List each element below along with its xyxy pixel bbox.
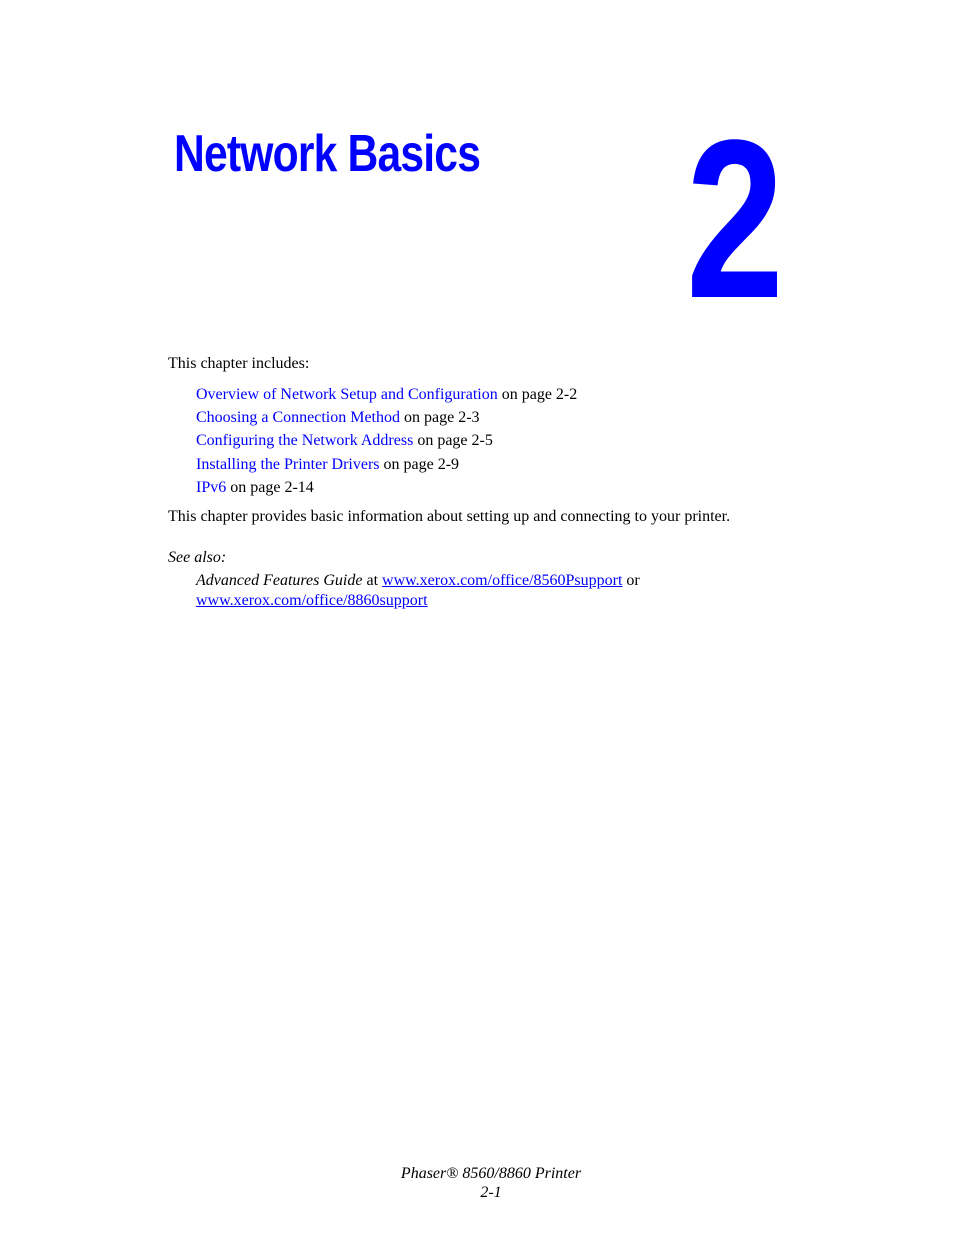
chapter-title: Network Basics <box>174 125 481 183</box>
toc-item: Configuring the Network Address on page … <box>196 431 577 454</box>
see-also-label: See also: <box>168 549 227 566</box>
toc-item: Choosing a Connection Method on page 2-3 <box>196 408 577 431</box>
toc-page-ref: on page 2-3 <box>399 409 480 427</box>
chapter-number: 2 <box>686 92 785 345</box>
footer-page-number: 2-1 <box>480 1184 502 1201</box>
at-text: at <box>362 572 383 589</box>
support-link-8860[interactable]: www.xerox.com/office/8860support <box>196 592 428 609</box>
toc-page-ref: on page 2-2 <box>497 386 578 403</box>
toc-link-overview[interactable]: Overview of Network Setup and Configurat… <box>196 386 498 403</box>
page-footer: Phaser® 8560/8860 Printer 2-1 <box>0 1164 954 1202</box>
support-link-8560[interactable]: www.xerox.com/office/8560Psupport <box>382 572 622 589</box>
toc-item: Installing the Printer Drivers on page 2… <box>196 455 577 478</box>
or-text: or <box>622 572 640 589</box>
toc-item: Overview of Network Setup and Configurat… <box>196 385 577 408</box>
toc-page-ref: on page 2-14 <box>226 478 314 496</box>
toc-link-printer-drivers[interactable]: Installing the Printer Drivers <box>196 456 380 473</box>
toc-link-network-address[interactable]: Configuring the Network Address <box>196 432 413 449</box>
chapter-summary: This chapter provides basic information … <box>168 508 731 525</box>
toc-item: IPv6 on page 2-14 <box>196 478 577 501</box>
see-also-body: Advanced Features Guide at www.xerox.com… <box>196 571 640 611</box>
toc-link-connection-method[interactable]: Choosing a Connection Method <box>196 409 400 426</box>
chapter-contents-list: Overview of Network Setup and Configurat… <box>196 385 577 501</box>
footer-product: Phaser® 8560/8860 Printer <box>400 1165 582 1182</box>
toc-page-ref: on page 2-9 <box>379 455 460 473</box>
intro-text: This chapter includes: <box>168 355 310 372</box>
toc-link-ipv6[interactable]: IPv6 <box>196 479 226 496</box>
guide-title: Advanced Features Guide <box>196 572 363 589</box>
toc-page-ref: on page 2-5 <box>413 432 493 450</box>
